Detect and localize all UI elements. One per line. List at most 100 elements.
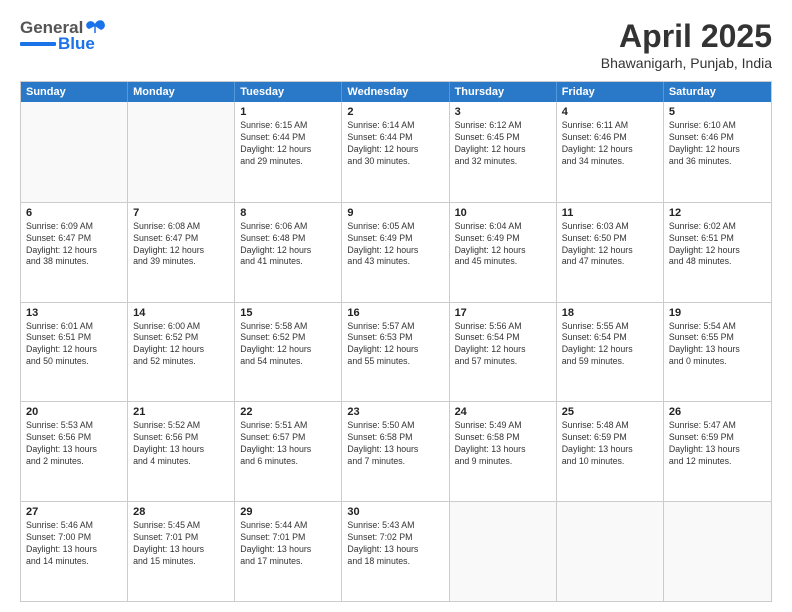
weekday-header-thursday: Thursday xyxy=(450,82,557,102)
day-number: 2 xyxy=(347,106,443,118)
day-info: Sunrise: 6:15 AM Sunset: 6:44 PM Dayligh… xyxy=(240,120,336,168)
day-number: 19 xyxy=(669,307,766,319)
week-row-3: 13Sunrise: 6:01 AM Sunset: 6:51 PM Dayli… xyxy=(21,302,771,402)
day-info: Sunrise: 5:52 AM Sunset: 6:56 PM Dayligh… xyxy=(133,420,229,468)
day-info: Sunrise: 6:08 AM Sunset: 6:47 PM Dayligh… xyxy=(133,221,229,269)
day-number: 13 xyxy=(26,307,122,319)
day-number: 24 xyxy=(455,406,551,418)
day-info: Sunrise: 5:45 AM Sunset: 7:01 PM Dayligh… xyxy=(133,520,229,568)
day-number: 11 xyxy=(562,207,658,219)
calendar-header: SundayMondayTuesdayWednesdayThursdayFrid… xyxy=(21,82,771,102)
day-info: Sunrise: 5:50 AM Sunset: 6:58 PM Dayligh… xyxy=(347,420,443,468)
empty-cell xyxy=(21,102,128,202)
day-number: 10 xyxy=(455,207,551,219)
day-cell-27: 27Sunrise: 5:46 AM Sunset: 7:00 PM Dayli… xyxy=(21,502,128,601)
day-info: Sunrise: 6:04 AM Sunset: 6:49 PM Dayligh… xyxy=(455,221,551,269)
day-info: Sunrise: 5:56 AM Sunset: 6:54 PM Dayligh… xyxy=(455,321,551,369)
day-number: 8 xyxy=(240,207,336,219)
day-cell-1: 1 Sunrise: 6:15 AM Sunset: 6:44 PM Daylig… xyxy=(235,102,342,202)
weekday-header-tuesday: Tuesday xyxy=(235,82,342,102)
day-cell-3: 3 Sunrise: 6:12 AM Sunset: 6:45 PM Daylig… xyxy=(450,102,557,202)
weekday-header-sunday: Sunday xyxy=(21,82,128,102)
day-cell-26: 26Sunrise: 5:47 AM Sunset: 6:59 PM Dayli… xyxy=(664,402,771,501)
day-number: 15 xyxy=(240,307,336,319)
day-number: 28 xyxy=(133,506,229,518)
weekday-header-friday: Friday xyxy=(557,82,664,102)
week-row-5: 27Sunrise: 5:46 AM Sunset: 7:00 PM Dayli… xyxy=(21,501,771,601)
day-info: Sunrise: 5:49 AM Sunset: 6:58 PM Dayligh… xyxy=(455,420,551,468)
day-cell-9: 9 Sunrise: 6:05 AM Sunset: 6:49 PM Daylig… xyxy=(342,203,449,302)
day-info: Sunrise: 5:57 AM Sunset: 6:53 PM Dayligh… xyxy=(347,321,443,369)
day-info: Sunrise: 5:48 AM Sunset: 6:59 PM Dayligh… xyxy=(562,420,658,468)
day-number: 1 xyxy=(240,106,336,118)
day-cell-11: 11 Sunrise: 6:03 AM Sunset: 6:50 PM Dayli… xyxy=(557,203,664,302)
day-number: 9 xyxy=(347,207,443,219)
day-cell-10: 10 Sunrise: 6:04 AM Sunset: 6:49 PM Dayli… xyxy=(450,203,557,302)
week-row-2: 6Sunrise: 6:09 AM Sunset: 6:47 PM Daylig… xyxy=(21,202,771,302)
page: General Blue April 2025 Bhawanigarh, Pun… xyxy=(0,0,792,612)
day-number: 27 xyxy=(26,506,122,518)
location: Bhawanigarh, Punjab, India xyxy=(601,55,772,71)
day-info: Sunrise: 6:05 AM Sunset: 6:49 PM Dayligh… xyxy=(347,221,443,269)
day-cell-16: 16Sunrise: 5:57 AM Sunset: 6:53 PM Dayli… xyxy=(342,303,449,402)
week-row-1: 1 Sunrise: 6:15 AM Sunset: 6:44 PM Daylig… xyxy=(21,102,771,202)
day-cell-29: 29 Sunrise: 5:44 AM Sunset: 7:01 PM Dayli… xyxy=(235,502,342,601)
day-number: 29 xyxy=(240,506,336,518)
day-info: Sunrise: 6:10 AM Sunset: 6:46 PM Dayligh… xyxy=(669,120,766,168)
day-number: 22 xyxy=(240,406,336,418)
day-cell-23: 23 Sunrise: 5:50 AM Sunset: 6:58 PM Dayli… xyxy=(342,402,449,501)
day-number: 17 xyxy=(455,307,551,319)
day-number: 20 xyxy=(26,406,122,418)
day-info: Sunrise: 5:43 AM Sunset: 7:02 PM Dayligh… xyxy=(347,520,443,568)
day-cell-17: 17 Sunrise: 5:56 AM Sunset: 6:54 PM Dayli… xyxy=(450,303,557,402)
day-info: Sunrise: 5:53 AM Sunset: 6:56 PM Dayligh… xyxy=(26,420,122,468)
day-number: 21 xyxy=(133,406,229,418)
day-cell-15: 15Sunrise: 5:58 AM Sunset: 6:52 PM Dayli… xyxy=(235,303,342,402)
day-cell-24: 24 Sunrise: 5:49 AM Sunset: 6:58 PM Dayli… xyxy=(450,402,557,501)
day-number: 5 xyxy=(669,106,766,118)
day-info: Sunrise: 6:03 AM Sunset: 6:50 PM Dayligh… xyxy=(562,221,658,269)
day-cell-28: 28 Sunrise: 5:45 AM Sunset: 7:01 PM Dayli… xyxy=(128,502,235,601)
day-cell-18: 18Sunrise: 5:55 AM Sunset: 6:54 PM Dayli… xyxy=(557,303,664,402)
day-number: 12 xyxy=(669,207,766,219)
day-cell-21: 21 Sunrise: 5:52 AM Sunset: 6:56 PM Dayli… xyxy=(128,402,235,501)
empty-cell xyxy=(664,502,771,601)
day-cell-4: 4Sunrise: 6:11 AM Sunset: 6:46 PM Daylig… xyxy=(557,102,664,202)
day-cell-7: 7 Sunrise: 6:08 AM Sunset: 6:47 PM Daylig… xyxy=(128,203,235,302)
day-info: Sunrise: 6:14 AM Sunset: 6:44 PM Dayligh… xyxy=(347,120,443,168)
empty-cell xyxy=(450,502,557,601)
weekday-header-saturday: Saturday xyxy=(664,82,771,102)
day-info: Sunrise: 6:00 AM Sunset: 6:52 PM Dayligh… xyxy=(133,321,229,369)
day-number: 23 xyxy=(347,406,443,418)
day-number: 3 xyxy=(455,106,551,118)
logo-blue: Blue xyxy=(58,34,95,54)
calendar-body: 1 Sunrise: 6:15 AM Sunset: 6:44 PM Daylig… xyxy=(21,102,771,601)
day-number: 25 xyxy=(562,406,658,418)
day-cell-5: 5 Sunrise: 6:10 AM Sunset: 6:46 PM Daylig… xyxy=(664,102,771,202)
day-number: 7 xyxy=(133,207,229,219)
weekday-header-wednesday: Wednesday xyxy=(342,82,449,102)
day-cell-30: 30Sunrise: 5:43 AM Sunset: 7:02 PM Dayli… xyxy=(342,502,449,601)
week-row-4: 20 Sunrise: 5:53 AM Sunset: 6:56 PM Dayli… xyxy=(21,401,771,501)
day-cell-19: 19Sunrise: 5:54 AM Sunset: 6:55 PM Dayli… xyxy=(664,303,771,402)
day-number: 4 xyxy=(562,106,658,118)
day-cell-20: 20 Sunrise: 5:53 AM Sunset: 6:56 PM Dayli… xyxy=(21,402,128,501)
day-cell-8: 8 Sunrise: 6:06 AM Sunset: 6:48 PM Daylig… xyxy=(235,203,342,302)
day-cell-14: 14Sunrise: 6:00 AM Sunset: 6:52 PM Dayli… xyxy=(128,303,235,402)
header: General Blue April 2025 Bhawanigarh, Pun… xyxy=(20,18,772,71)
day-cell-2: 2 Sunrise: 6:14 AM Sunset: 6:44 PM Daylig… xyxy=(342,102,449,202)
day-cell-6: 6Sunrise: 6:09 AM Sunset: 6:47 PM Daylig… xyxy=(21,203,128,302)
day-number: 26 xyxy=(669,406,766,418)
day-cell-25: 25 Sunrise: 5:48 AM Sunset: 6:59 PM Dayli… xyxy=(557,402,664,501)
day-info: Sunrise: 6:02 AM Sunset: 6:51 PM Dayligh… xyxy=(669,221,766,269)
day-cell-12: 12 Sunrise: 6:02 AM Sunset: 6:51 PM Dayli… xyxy=(664,203,771,302)
day-info: Sunrise: 5:44 AM Sunset: 7:01 PM Dayligh… xyxy=(240,520,336,568)
weekday-header-monday: Monday xyxy=(128,82,235,102)
logo: General Blue xyxy=(20,18,109,54)
day-info: Sunrise: 6:12 AM Sunset: 6:45 PM Dayligh… xyxy=(455,120,551,168)
day-info: Sunrise: 6:06 AM Sunset: 6:48 PM Dayligh… xyxy=(240,221,336,269)
calendar: SundayMondayTuesdayWednesdayThursdayFrid… xyxy=(20,81,772,602)
title-block: April 2025 Bhawanigarh, Punjab, India xyxy=(601,18,772,71)
month-title: April 2025 xyxy=(601,18,772,55)
day-cell-22: 22Sunrise: 5:51 AM Sunset: 6:57 PM Dayli… xyxy=(235,402,342,501)
